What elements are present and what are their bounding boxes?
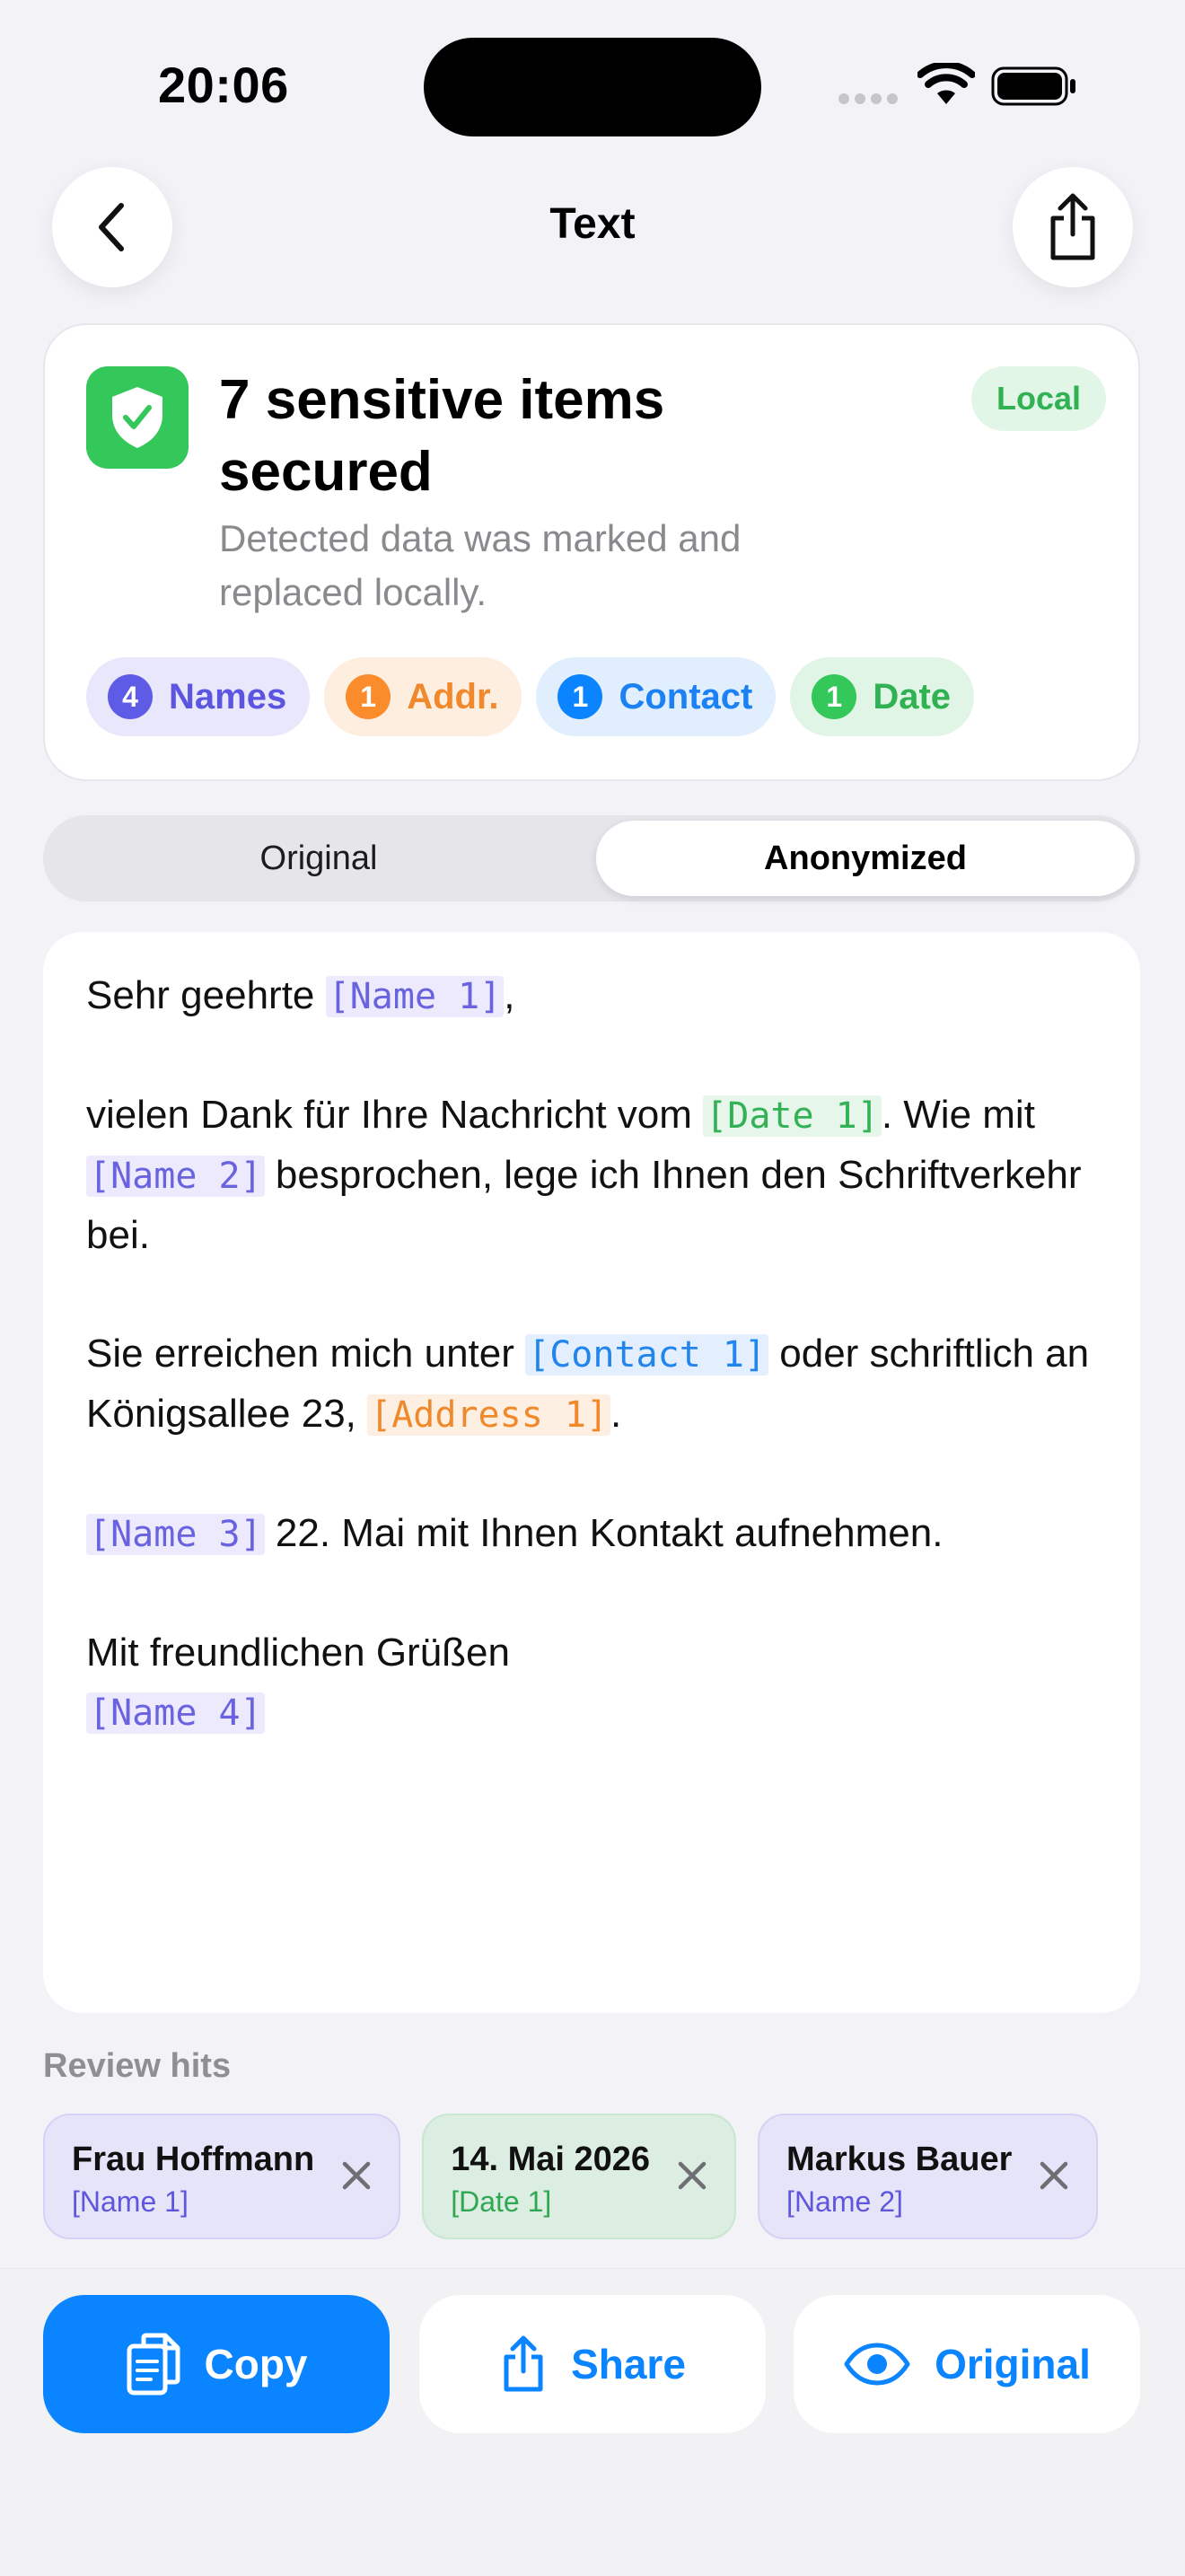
hit-tag: [Date 1] (451, 2185, 552, 2218)
share-top-button[interactable] (1013, 167, 1133, 287)
review-hits-list: Frau Hoffmann [Name 1] 14. Mai 2026 [Dat… (43, 2114, 1099, 2239)
close-icon[interactable] (1039, 2160, 1069, 2191)
chip-date[interactable]: 1 Date (790, 657, 975, 736)
hit-tag: [Name 1] (72, 2185, 189, 2218)
chip-names[interactable]: 4 Names (86, 657, 311, 736)
signature: [Name 4] (86, 1683, 1110, 1743)
text-run: . (610, 1392, 622, 1436)
eye-icon (844, 2343, 910, 2386)
chip-count: 1 (812, 674, 857, 719)
placeholder-contact: [Contact 1] (525, 1334, 769, 1376)
chip-label: Date (873, 676, 952, 717)
hit-value: Frau Hoffmann (72, 2141, 315, 2178)
chip-label: Addr. (407, 676, 499, 717)
dynamic-island (424, 38, 761, 136)
chip-label: Names (169, 676, 287, 717)
page-title: Text (549, 200, 636, 248)
original-label: Original (935, 2341, 1091, 2387)
review-hit[interactable]: 14. Mai 2026 [Date 1] (422, 2114, 737, 2239)
hit-tag: [Name 2] (786, 2185, 903, 2218)
chip-count: 1 (557, 674, 603, 719)
copy-button[interactable]: Copy (43, 2295, 390, 2433)
share-label: Share (571, 2341, 686, 2387)
shield-tile (86, 366, 189, 469)
share-button[interactable]: Share (419, 2295, 766, 2433)
summary-subtitle: Detected data was marked and replaced lo… (219, 517, 742, 613)
chip-count: 1 (346, 674, 391, 719)
hit-value: Markus Bauer (786, 2141, 1013, 2178)
paragraph-2: Sie erreichen mich unter [Contact 1] ode… (86, 1324, 1110, 1445)
text-run: Sie erreichen mich unter (86, 1332, 526, 1376)
text-run: . Wie mit (881, 1093, 1035, 1137)
wifi-icon (917, 63, 975, 104)
show-original-button[interactable]: Original (794, 2295, 1140, 2433)
text-run: , (504, 973, 515, 1017)
review-hit[interactable]: Frau Hoffmann [Name 1] (43, 2114, 401, 2239)
placeholder-name: [Name 4] (86, 1692, 265, 1734)
cellular-signal-icon (838, 93, 898, 104)
hit-value: 14. Mai 2026 (451, 2141, 651, 2178)
category-chips: 4 Names 1 Addr. 1 Contact 1 Date (86, 657, 975, 736)
anonymized-text[interactable]: Sehr geehrte [Name 1], vielen Dank für I… (86, 966, 1110, 1743)
paragraph-1: vielen Dank für Ihre Nachricht vom [Date… (86, 1086, 1110, 1265)
chip-count: 4 (108, 674, 153, 719)
summary-title: 7 sensitive items secured (219, 369, 665, 503)
review-hits-label: Review hits (43, 2047, 232, 2085)
close-icon[interactable] (341, 2160, 372, 2191)
shield-check-icon (112, 387, 162, 448)
view-segmented-control: Original Anonymized (43, 815, 1140, 901)
segment-original[interactable]: Original (48, 821, 589, 896)
segment-anonymized[interactable]: Anonymized (596, 821, 1135, 896)
chip-address[interactable]: 1 Addr. (324, 657, 522, 736)
placeholder-date: [Date 1] (703, 1095, 882, 1137)
chip-label: Contact (619, 676, 753, 717)
battery-icon (991, 66, 1075, 106)
status-time: 20:06 (158, 57, 289, 113)
paragraph-3: [Name 3] 22. Mai mit Ihnen Kontakt aufne… (86, 1504, 1110, 1564)
close-icon[interactable] (677, 2160, 707, 2191)
placeholder-name: [Name 3] (86, 1514, 265, 1555)
placeholder-name: [Name 2] (86, 1156, 265, 1197)
share-icon (504, 2335, 543, 2392)
text-run: Sehr geehrte (86, 973, 326, 1017)
text-run: Mit freundlichen Grüßen (86, 1631, 510, 1675)
review-hit[interactable]: Markus Bauer [Name 2] (758, 2114, 1099, 2239)
copy-label: Copy (204, 2341, 308, 2387)
share-icon (1050, 193, 1095, 260)
text-run: vielen Dank für Ihre Nachricht vom (86, 1093, 704, 1137)
copy-icon (127, 2333, 180, 2396)
placeholder-name: [Name 1] (325, 976, 505, 1017)
chip-contact[interactable]: 1 Contact (536, 657, 777, 736)
placeholder-address: [Address 1] (367, 1394, 611, 1436)
paragraph-salutation: Sehr geehrte [Name 1], (86, 966, 1110, 1026)
local-badge: Local (971, 366, 1107, 431)
text-run: 22. Mai mit Ihnen Kontakt aufnehmen. (264, 1511, 944, 1555)
closing: Mit freundlichen Grüßen (86, 1623, 1110, 1683)
